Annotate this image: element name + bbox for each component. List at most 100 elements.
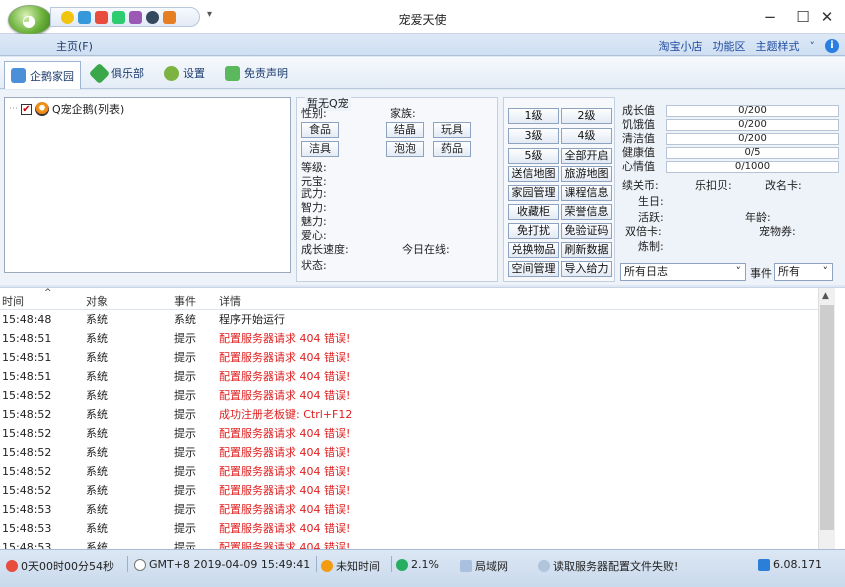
open-all-button[interactable]: 全部开启 — [561, 148, 612, 164]
cell-detail: 成功注册老板键: Ctrl+F12 — [219, 408, 353, 421]
tree-checkbox[interactable]: ✔ — [21, 103, 32, 115]
column-header-object[interactable]: 对象 — [86, 293, 108, 309]
cell-event: 提示 — [174, 446, 196, 459]
collection-button[interactable]: 收藏柜 — [508, 204, 559, 220]
tree-icon[interactable] — [112, 10, 125, 24]
cell-object: 系统 — [86, 541, 108, 549]
table-row[interactable]: 15:48:53 系统 提示 配置服务器请求 404 错误! — [0, 519, 818, 538]
table-row[interactable]: 15:48:51 系统 提示 配置服务器请求 404 错误! — [0, 367, 818, 386]
scrollbar-thumb[interactable] — [820, 305, 834, 530]
home-manage-button[interactable]: 家园管理 — [508, 185, 559, 201]
level2-button[interactable]: 2级 — [561, 108, 612, 124]
table-row[interactable]: 15:48:48 系统 系统 程序开始运行 — [0, 310, 818, 329]
table-row[interactable]: 15:48:52 系统 提示 配置服务器请求 404 错误! — [0, 462, 818, 481]
clean-value-label: 清洁值 — [622, 132, 655, 145]
tab-disclaimer[interactable]: 免责声明 — [219, 61, 294, 85]
tab-club[interactable]: 俱乐部 — [86, 61, 150, 85]
status-divider — [127, 556, 128, 572]
table-row[interactable]: 15:48:51 系统 提示 配置服务器请求 404 错误! — [0, 348, 818, 367]
minimize-button[interactable]: − — [752, 6, 788, 28]
cell-object: 系统 — [86, 351, 108, 364]
tree-root-item[interactable]: ⋯ ✔ Q宠企鹅(列表) — [9, 101, 124, 117]
log-scrollbar[interactable]: ▲ — [818, 288, 835, 549]
table-row[interactable]: 15:48:52 系统 提示 配置服务器请求 404 错误! — [0, 424, 818, 443]
course-info-button[interactable]: 课程信息 — [561, 185, 612, 201]
theme-style-link[interactable]: 主题样式 — [756, 38, 800, 54]
log-filter-select[interactable]: 所有日志 ˅ — [620, 263, 746, 281]
travel-map-button[interactable]: 旅游地图 — [561, 166, 612, 182]
log-table[interactable]: 时间 ^ 对象 事件 详情 15:48:48 系统 系统 程序开始运行 15:48:51… — [0, 287, 845, 549]
cleaning-button[interactable]: 洁具 — [301, 141, 339, 157]
level5-button[interactable]: 5级 — [508, 148, 559, 164]
pet-coupon-label: 宠物券: — [759, 225, 796, 238]
table-row[interactable]: 15:48:53 系统 提示 配置服务器请求 404 错误! — [0, 538, 818, 549]
taobao-shop-link[interactable]: 淘宝小店 — [659, 38, 703, 54]
crystal-button[interactable]: 结晶 — [386, 122, 424, 138]
bird-icon[interactable] — [129, 10, 142, 24]
table-row[interactable]: 15:48:52 系统 提示 配置服务器请求 404 错误! — [0, 481, 818, 500]
table-row[interactable]: 15:48:52 系统 提示 成功注册老板键: Ctrl+F12 — [0, 405, 818, 424]
qq-icon[interactable] — [78, 10, 91, 24]
no-disturb-button[interactable]: 免打扰 — [508, 223, 559, 239]
theme-dropdown-icon[interactable]: ˅ — [810, 40, 816, 53]
log-filter-value: 所有日志 — [624, 265, 668, 278]
food-button[interactable]: 食品 — [301, 122, 339, 138]
version-text: 6.08.171 — [773, 558, 822, 571]
ribbon-tab-row: 主页(F) 淘宝小店 功能区 主题样式 ˅ i — [0, 34, 845, 56]
medicine-button[interactable]: 药品 — [433, 141, 471, 157]
cell-detail: 程序开始运行 — [219, 313, 285, 326]
bubble-button[interactable]: 泡泡 — [386, 141, 424, 157]
bulb-icon[interactable] — [61, 10, 74, 24]
cell-time: 15:48:53 — [2, 522, 52, 535]
function-area-link[interactable]: 功能区 — [713, 38, 746, 54]
table-row[interactable]: 15:48:52 系统 提示 配置服务器请求 404 错误! — [0, 386, 818, 405]
cell-time: 15:48:52 — [2, 446, 52, 459]
column-header-detail[interactable]: 详情 — [219, 293, 241, 309]
strength-label: 武力: — [301, 187, 327, 200]
column-header-time[interactable]: 时间 — [2, 293, 24, 309]
penguin-icon[interactable] — [146, 10, 159, 24]
mood-value-label: 心情值 — [622, 160, 655, 173]
table-row[interactable]: 15:48:51 系统 提示 配置服务器请求 404 错误! — [0, 329, 818, 348]
table-row[interactable]: 15:48:52 系统 提示 配置服务器请求 404 错误! — [0, 443, 818, 462]
help-icon[interactable]: i — [825, 39, 839, 53]
cell-detail: 配置服务器请求 404 错误! — [219, 484, 351, 497]
app-menu-orb-button[interactable]: ◕ — [8, 5, 52, 35]
tab-penguin-home[interactable]: 企鹅家园 — [4, 61, 81, 89]
cell-detail: 配置服务器请求 404 错误! — [219, 503, 351, 516]
pet-icon[interactable] — [95, 10, 108, 24]
column-header-event[interactable]: 事件 — [174, 293, 196, 309]
main-toolbar: 企鹅家园 俱乐部 设置 免责声明 — [0, 57, 845, 89]
status-divider — [316, 556, 317, 572]
level1-button[interactable]: 1级 — [508, 108, 559, 124]
honor-info-button[interactable]: 荣誉信息 — [561, 204, 612, 220]
clock-status: GMT+8 2019-04-09 15:49:41 — [134, 558, 310, 571]
import-button[interactable]: 导入给力 — [561, 261, 612, 277]
cell-object: 系统 — [86, 446, 108, 459]
cell-object: 系统 — [86, 313, 108, 326]
level3-button[interactable]: 3级 — [508, 128, 559, 144]
tab-home[interactable]: 主页(F) — [56, 38, 93, 54]
cell-event: 提示 — [174, 503, 196, 516]
quick-access-dropdown-icon[interactable]: ▾ — [207, 9, 212, 20]
level4-button[interactable]: 4级 — [561, 128, 612, 144]
space-manage-button[interactable]: 空间管理 — [508, 261, 559, 277]
event-filter-label: 事件 — [750, 267, 772, 280]
table-row[interactable]: 15:48:53 系统 提示 配置服务器请求 404 错误! — [0, 500, 818, 519]
tab-settings[interactable]: 设置 — [158, 61, 211, 85]
double-card-label: 双倍卡: — [625, 225, 662, 238]
version-icon — [758, 558, 770, 571]
toy-button[interactable]: 玩具 — [433, 122, 471, 138]
mail-map-button[interactable]: 送信地图 — [508, 166, 559, 182]
event-filter-select[interactable]: 所有 ˅ — [774, 263, 833, 281]
message-status: 读取服务器配置文件失败! — [538, 558, 678, 574]
skip-captcha-button[interactable]: 免验证码 — [561, 223, 612, 239]
gift-icon[interactable] — [163, 10, 176, 24]
scroll-up-icon[interactable]: ▲ — [822, 291, 829, 301]
mood-value-bar: 0/1000 — [666, 161, 839, 173]
exchange-button[interactable]: 兑换物品 — [508, 242, 559, 258]
penguin-tree[interactable]: ⋯ ✔ Q宠企鹅(列表) — [4, 97, 291, 273]
refresh-data-button[interactable]: 刷新数据 — [561, 242, 612, 258]
close-button[interactable]: ✕ — [809, 6, 845, 28]
cell-time: 15:48:52 — [2, 408, 52, 421]
